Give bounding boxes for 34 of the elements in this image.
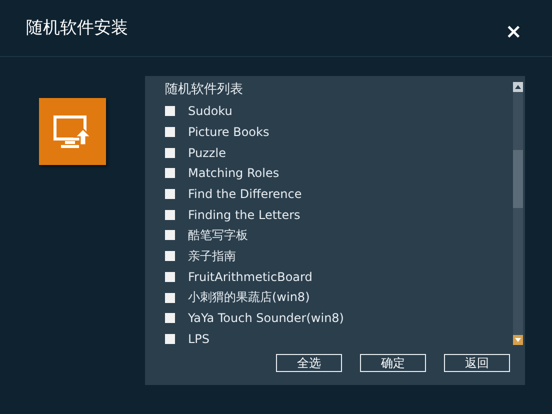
checkbox[interactable] — [165, 148, 175, 158]
checkbox[interactable] — [165, 106, 175, 116]
software-item[interactable]: Puzzle — [165, 142, 513, 164]
monitor-upload-icon — [52, 114, 92, 148]
scrollbar[interactable] — [513, 82, 523, 345]
software-item[interactable]: Matching Roles — [165, 163, 513, 184]
dialog-button[interactable]: 返回 — [444, 354, 510, 372]
checkbox[interactable] — [165, 230, 175, 240]
software-item[interactable]: Sudoku — [165, 101, 513, 122]
checkbox[interactable] — [165, 334, 175, 344]
software-item[interactable]: 亲子指南 — [165, 246, 513, 266]
checkbox[interactable] — [165, 272, 175, 282]
software-item[interactable]: 小刺猬的果蔬店(win8) — [165, 287, 513, 308]
software-item[interactable]: Finding the Letters — [165, 204, 513, 226]
software-item[interactable]: LPS — [165, 328, 513, 350]
checkbox[interactable] — [165, 251, 175, 262]
window-title: 随机软件安装 — [26, 16, 128, 38]
checkbox[interactable] — [165, 210, 175, 220]
scroll-up-icon[interactable] — [513, 82, 523, 92]
software-item[interactable]: FruitArithmeticBoard — [165, 266, 513, 288]
software-item[interactable]: Picture Books — [165, 122, 513, 142]
dialog-button[interactable]: 全选 — [276, 354, 342, 372]
dialog-button[interactable]: 确定 — [360, 354, 426, 372]
close-button[interactable]: × — [501, 19, 526, 43]
software-item[interactable]: YaYa Touch Sounder(win8) — [165, 308, 513, 329]
checkbox[interactable] — [165, 168, 175, 178]
checkbox[interactable] — [165, 313, 175, 324]
software-item[interactable]: 酷笔写字板 — [165, 225, 513, 246]
list-heading: 随机软件列表 — [165, 81, 243, 99]
checkbox[interactable] — [165, 292, 175, 303]
checkbox[interactable] — [165, 127, 175, 138]
scroll-thumb[interactable] — [513, 150, 523, 208]
checkbox[interactable] — [165, 189, 175, 200]
software-item[interactable]: Find the Difference — [165, 184, 513, 204]
